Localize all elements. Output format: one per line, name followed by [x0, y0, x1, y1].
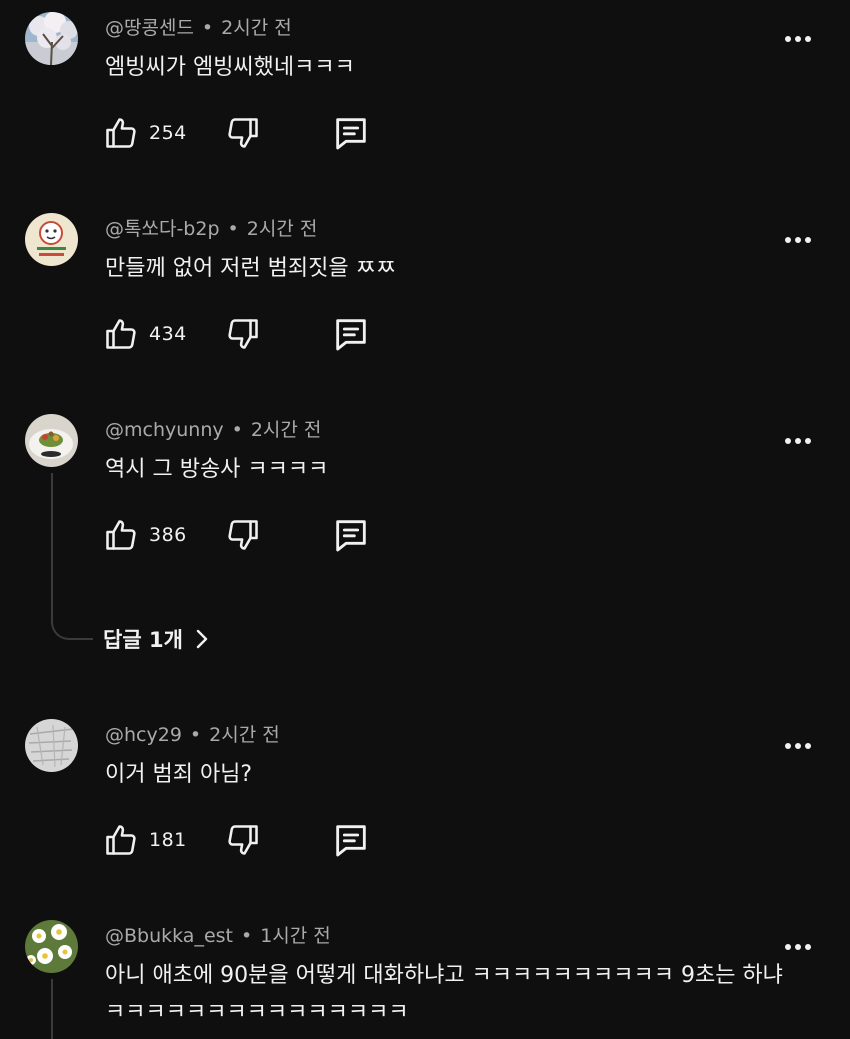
avatar[interactable]	[25, 719, 78, 772]
more-vert-icon	[785, 944, 811, 950]
avatar[interactable]	[25, 920, 78, 973]
meta-separator: •	[201, 17, 214, 39]
thumbs-up-icon	[106, 825, 136, 855]
thread-connector	[51, 979, 53, 1039]
comment-author[interactable]: @땅콩센드	[105, 17, 194, 39]
more-vert-icon	[785, 237, 811, 243]
comment-text: 이거 범죄 아님?	[105, 762, 253, 787]
more-actions-button[interactable]	[778, 426, 818, 456]
meta-separator: •	[231, 419, 243, 441]
reply-button[interactable]	[331, 515, 371, 555]
thread-connector	[51, 473, 93, 640]
comment-time[interactable]: 1시간 전	[260, 925, 331, 947]
more-actions-button[interactable]	[778, 932, 818, 962]
avatar[interactable]	[25, 213, 78, 266]
more-actions-button[interactable]	[778, 731, 818, 761]
dislike-button[interactable]	[225, 113, 261, 153]
avatar[interactable]	[25, 12, 78, 65]
like-button[interactable]: 434	[103, 314, 187, 354]
chevron-right-icon	[196, 629, 208, 649]
thumbs-down-icon	[228, 520, 258, 550]
comment-text: 엠빙씨가 엠빙씨했네ㅋㅋㅋ	[105, 55, 355, 80]
thumbs-up-icon	[106, 319, 136, 349]
comment-text: 아니 애초에 90분을 어떻게 대화하냐고 ㅋㅋㅋㅋㅋㅋㅋㅋㅋㅋ 9초는 하냐 …	[105, 963, 783, 1025]
like-count: 386	[149, 524, 187, 546]
comment-icon	[336, 825, 366, 857]
thumbs-down-icon	[228, 118, 258, 148]
comment-author[interactable]: @Bbukka_est	[105, 925, 233, 947]
dislike-button[interactable]	[225, 314, 261, 354]
reply-button[interactable]	[331, 113, 371, 153]
more-vert-icon	[785, 36, 811, 42]
thumbs-down-icon	[228, 825, 258, 855]
replies-count-label: 답글 1개	[103, 628, 183, 652]
more-vert-icon	[785, 438, 811, 444]
comment-meta: @hcy29 • 2시간 전	[105, 722, 280, 748]
meta-separator: •	[227, 218, 239, 240]
comment-text: 역시 그 방송사 ㅋㅋㅋㅋ	[105, 457, 329, 482]
more-vert-icon	[785, 743, 811, 749]
thumbs-down-icon	[228, 319, 258, 349]
comment-icon	[336, 520, 366, 552]
thumbs-up-icon	[106, 520, 136, 550]
reply-button[interactable]	[331, 314, 371, 354]
meta-separator: •	[189, 724, 202, 746]
avatar[interactable]	[25, 414, 78, 467]
comment-time[interactable]: 2시간 전	[247, 218, 318, 240]
reply-button[interactable]	[331, 820, 371, 860]
comment-author[interactable]: @mchyunny	[105, 419, 224, 441]
like-count: 434	[149, 323, 187, 345]
comment-time[interactable]: 2시간 전	[251, 419, 322, 441]
like-button[interactable]: 254	[103, 113, 187, 153]
like-button[interactable]: 386	[103, 515, 187, 555]
thumbs-up-icon	[106, 118, 136, 148]
dislike-button[interactable]	[225, 820, 261, 860]
more-actions-button[interactable]	[778, 24, 818, 54]
like-count: 181	[149, 829, 187, 851]
comment-time[interactable]: 2시간 전	[221, 17, 292, 39]
comment-text: 만들께 없어 저런 범죄짓을 ㅉㅉ	[105, 256, 397, 281]
comment-author[interactable]: @톡쏘다-b2p	[105, 218, 220, 240]
view-replies-button[interactable]: 답글 1개	[103, 624, 209, 654]
like-count: 254	[149, 122, 187, 144]
comment-time[interactable]: 2시간 전	[209, 724, 280, 746]
more-actions-button[interactable]	[778, 225, 818, 255]
dislike-button[interactable]	[225, 515, 261, 555]
comment-icon	[336, 118, 366, 150]
comment-meta: @Bbukka_est • 1시간 전	[105, 923, 331, 949]
comment-author[interactable]: @hcy29	[105, 724, 182, 746]
comment-meta: @땅콩센드 • 2시간 전	[105, 15, 292, 41]
meta-separator: •	[241, 925, 253, 947]
comment-icon	[336, 319, 366, 351]
comment-meta: @mchyunny • 2시간 전	[105, 417, 321, 443]
like-button[interactable]: 181	[103, 820, 187, 860]
comment-meta: @톡쏘다-b2p • 2시간 전	[105, 216, 317, 242]
